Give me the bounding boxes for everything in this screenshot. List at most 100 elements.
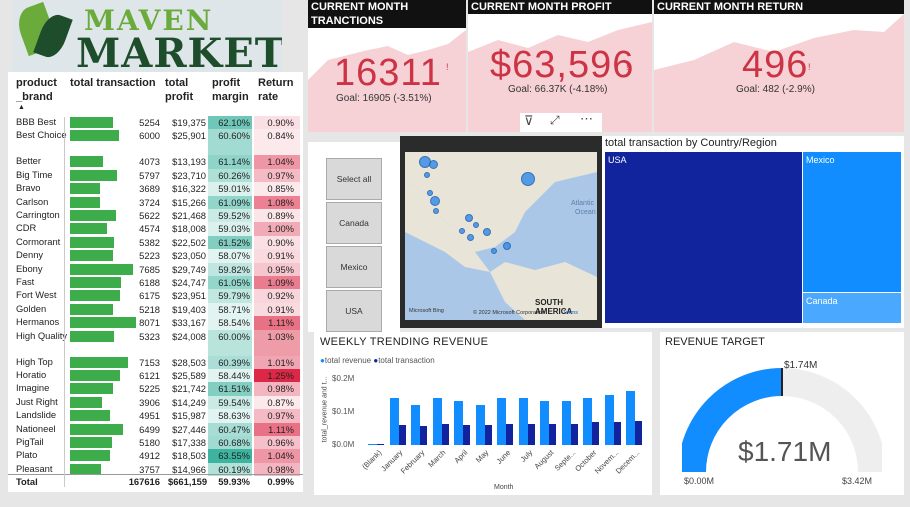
col-header-margin[interactable]: profit margin <box>212 76 252 104</box>
map-terms-link[interactable]: Terms <box>563 310 578 316</box>
col-header-brand[interactable]: product _brand <box>16 76 74 104</box>
sort-arrow-icon[interactable]: ▲ <box>18 104 25 111</box>
transaction-bar[interactable] <box>420 426 428 445</box>
transaction-bar[interactable] <box>570 423 578 445</box>
y-tick: $0.1M <box>332 407 355 416</box>
table-row[interactable]: High Top 7153 $28,503 60.39% 1.01% <box>8 355 303 369</box>
col-header-return[interactable]: Return rate <box>258 76 298 104</box>
brand-cell: Imagine <box>16 382 50 394</box>
return-cell: 0.91% <box>267 303 294 315</box>
margin-cell: 58.71% <box>218 303 250 315</box>
slicer-usa[interactable]: USA <box>326 290 382 332</box>
return-cell: 1.01% <box>267 356 294 368</box>
transaction-bar[interactable] <box>527 423 535 445</box>
table-row[interactable]: Fast 6188 $24,747 61.05% 1.09% <box>8 276 303 290</box>
table-row[interactable]: Landslide 4951 $15,987 58.63% 0.97% <box>8 409 303 423</box>
table-row[interactable]: Imagine 5225 $21,742 61.51% 0.98% <box>8 382 303 396</box>
slicer-select-all[interactable]: Select all <box>326 158 382 200</box>
transaction-bar[interactable] <box>506 423 514 445</box>
table-row[interactable]: PigTail 5180 $17,338 60.68% 0.96% <box>8 436 303 450</box>
transaction-bar[interactable] <box>441 423 449 445</box>
table-scrollbar[interactable] <box>64 117 65 487</box>
brand-cell: Big Time <box>16 168 53 180</box>
margin-cell: 62.10% <box>218 117 250 128</box>
table-row[interactable]: Nationeel 6499 $27,446 60.47% 1.11% <box>8 422 303 436</box>
map-bubble[interactable] <box>483 228 491 236</box>
map-bubble[interactable] <box>491 248 497 254</box>
land-shapes <box>405 152 597 320</box>
map-canvas[interactable]: Atlantic Ocean SOUTH AMERICA Microsoft B… <box>405 152 597 320</box>
table-row[interactable]: Carrington 5622 $21,468 59.52% 0.89% <box>8 209 303 223</box>
table-row[interactable]: Denny 5223 $23,050 58.07% 0.91% <box>8 249 303 263</box>
focus-mode-icon[interactable]: ⤢ <box>550 113 560 128</box>
transaction-bar[interactable] <box>463 424 471 445</box>
profit-cell: $16,322 <box>172 183 206 195</box>
revenue-bar[interactable] <box>475 404 485 445</box>
brand-cell: Fort West <box>16 289 57 301</box>
table-row[interactable]: Best Choice 6000 $25,901 60.60% 0.84% <box>8 129 303 156</box>
revenue-bar[interactable] <box>626 391 636 445</box>
transaction-bar[interactable] <box>484 424 492 445</box>
treemap-tile-mexico[interactable]: Mexico <box>803 152 901 292</box>
map-bubble[interactable] <box>429 160 438 169</box>
map-bubble[interactable] <box>459 228 465 234</box>
revenue-bar[interactable] <box>583 398 593 445</box>
map-bubble[interactable] <box>467 234 474 241</box>
col-header-transaction[interactable]: total transaction <box>70 76 170 90</box>
treemap-tile-usa[interactable]: USA <box>605 152 802 323</box>
store-map[interactable]: Atlantic Ocean SOUTH AMERICA Microsoft B… <box>400 136 602 328</box>
revenue-bar[interactable] <box>518 398 528 445</box>
transaction-bar[interactable] <box>377 444 384 445</box>
revenue-bar[interactable] <box>411 404 421 445</box>
revenue-bar[interactable] <box>561 401 571 445</box>
transaction-bar[interactable] <box>398 424 406 445</box>
revenue-bar[interactable] <box>454 401 464 445</box>
table-row[interactable]: Fort West 6175 $23,951 59.79% 0.92% <box>8 289 303 303</box>
transaction-bar[interactable] <box>549 423 557 445</box>
table-row[interactable]: Carlson 3724 $15,266 61.09% 1.08% <box>8 195 303 209</box>
table-row[interactable]: Big Time 5797 $23,710 60.26% 0.97% <box>8 168 303 183</box>
filter-icon[interactable]: ⊽ <box>524 113 534 129</box>
more-options-icon[interactable]: ⋯ <box>580 111 593 127</box>
table-row[interactable]: Golden 5218 $19,403 58.71% 0.91% <box>8 302 303 317</box>
slicer-canada[interactable]: Canada <box>326 202 382 244</box>
table-row[interactable]: Bravo 3689 $16,322 59.01% 0.85% <box>8 182 303 196</box>
table-row[interactable]: Cormorant 5382 $22,502 61.52% 0.90% <box>8 235 303 250</box>
brand-cell: High Top <box>16 355 53 367</box>
transaction-bar[interactable] <box>635 420 643 445</box>
revenue-bar[interactable] <box>432 398 442 445</box>
transaction-bar[interactable] <box>592 422 600 445</box>
table-row[interactable]: CDR 4574 $18,008 59.03% 1.00% <box>8 222 303 236</box>
map-bubble[interactable] <box>424 172 430 178</box>
map-label-ocean: Ocean <box>575 209 596 216</box>
table-row[interactable]: Ebony 7685 $29,749 59.82% 0.95% <box>8 262 303 276</box>
map-bubble[interactable] <box>433 208 439 214</box>
table-row[interactable]: Hermanos 8071 $33,167 58.54% 1.11% <box>8 316 303 330</box>
legend-transaction: total transaction <box>378 356 435 365</box>
table-row[interactable]: Horatio 6121 $25,589 58.44% 1.25% <box>8 369 303 383</box>
slicer-mexico[interactable]: Mexico <box>326 246 382 288</box>
revenue-bar[interactable] <box>604 394 614 445</box>
transaction-bar[interactable] <box>613 422 621 445</box>
treemap-tile-canada[interactable]: Canada <box>803 293 901 323</box>
table-row[interactable]: BBB Best 5254 $19,375 62.10% 0.90% <box>8 116 303 130</box>
col-header-profit[interactable]: total profit <box>165 76 201 104</box>
revenue-bar[interactable] <box>368 444 377 445</box>
table-row[interactable]: Better 4073 $13,193 61.14% 1.04% <box>8 155 303 169</box>
table-row[interactable]: High Quality 5323 $24,008 60.00% 1.03% <box>8 329 303 356</box>
map-bubble[interactable] <box>473 222 479 228</box>
table-row[interactable]: Just Right 3906 $14,249 59.54% 0.87% <box>8 395 303 410</box>
revenue-bar[interactable] <box>540 401 550 445</box>
map-bubble[interactable] <box>427 190 433 196</box>
transaction-bar <box>70 450 110 462</box>
revenue-bar[interactable] <box>497 398 507 445</box>
map-bubble[interactable] <box>430 196 440 206</box>
alert-icon: ! <box>808 62 811 72</box>
transaction-bar <box>70 223 107 235</box>
table-row[interactable]: Plato 4912 $18,503 63.55% 1.04% <box>8 449 303 463</box>
revenue-bar[interactable] <box>389 398 399 445</box>
map-bubble[interactable] <box>465 214 473 222</box>
map-bubble[interactable] <box>503 242 511 250</box>
kpi-value: 496 <box>742 44 809 86</box>
map-bubble[interactable] <box>521 172 535 186</box>
